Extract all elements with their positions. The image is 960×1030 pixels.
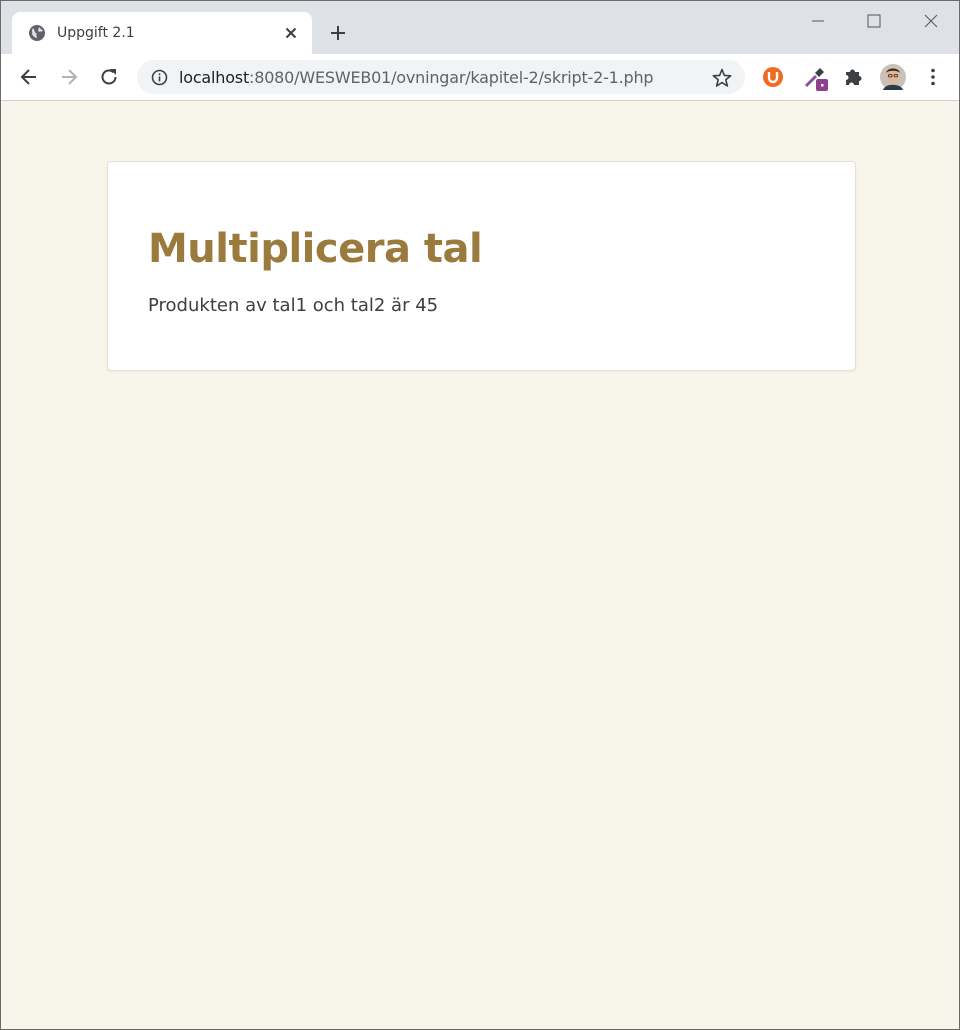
tab-active[interactable]: Uppgift 2.1	[12, 12, 312, 54]
url-path: :8080/WESWEB01/ovningar/kapitel-2/skript…	[249, 68, 654, 87]
address-bar[interactable]: localhost:8080/WESWEB01/ovningar/kapitel…	[137, 60, 745, 94]
reload-icon[interactable]	[98, 66, 120, 88]
page-title: Multiplicera tal	[148, 226, 483, 272]
page-content: Multiplicera tal Produkten av tal1 och t…	[1, 101, 959, 1029]
minimize-icon[interactable]	[807, 11, 829, 31]
forward-icon[interactable]	[58, 66, 80, 88]
result-text: Produkten av tal1 och tal2 är 45	[148, 295, 439, 316]
back-icon[interactable]	[18, 66, 40, 88]
url-host: localhost	[179, 68, 250, 87]
profile-avatar[interactable]	[880, 64, 906, 90]
tab-title: Uppgift 2.1	[57, 25, 135, 41]
toolbar: localhost:8080/WESWEB01/ovningar/kapitel…	[1, 54, 959, 101]
close-tab-icon[interactable]	[282, 24, 300, 42]
puzzle-icon[interactable]	[842, 66, 864, 88]
color-picker-icon[interactable]	[802, 64, 830, 92]
url-text[interactable]: localhost:8080/WESWEB01/ovningar/kapitel…	[179, 68, 654, 87]
info-icon[interactable]	[151, 69, 168, 86]
maximize-icon[interactable]	[863, 11, 885, 31]
browser-window: Uppgift 2.1 localhost:8080/WESWEB01/ovni…	[0, 0, 960, 1030]
tab-strip: Uppgift 2.1	[1, 1, 959, 54]
menu-icon[interactable]	[922, 66, 944, 88]
bookmark-star-icon[interactable]	[711, 67, 733, 89]
ublock-icon[interactable]	[762, 66, 784, 88]
globe-icon	[29, 25, 45, 41]
new-tab-icon[interactable]	[328, 23, 348, 43]
content-card: Multiplicera tal Produkten av tal1 och t…	[107, 161, 856, 371]
window-close-icon[interactable]	[920, 11, 942, 31]
